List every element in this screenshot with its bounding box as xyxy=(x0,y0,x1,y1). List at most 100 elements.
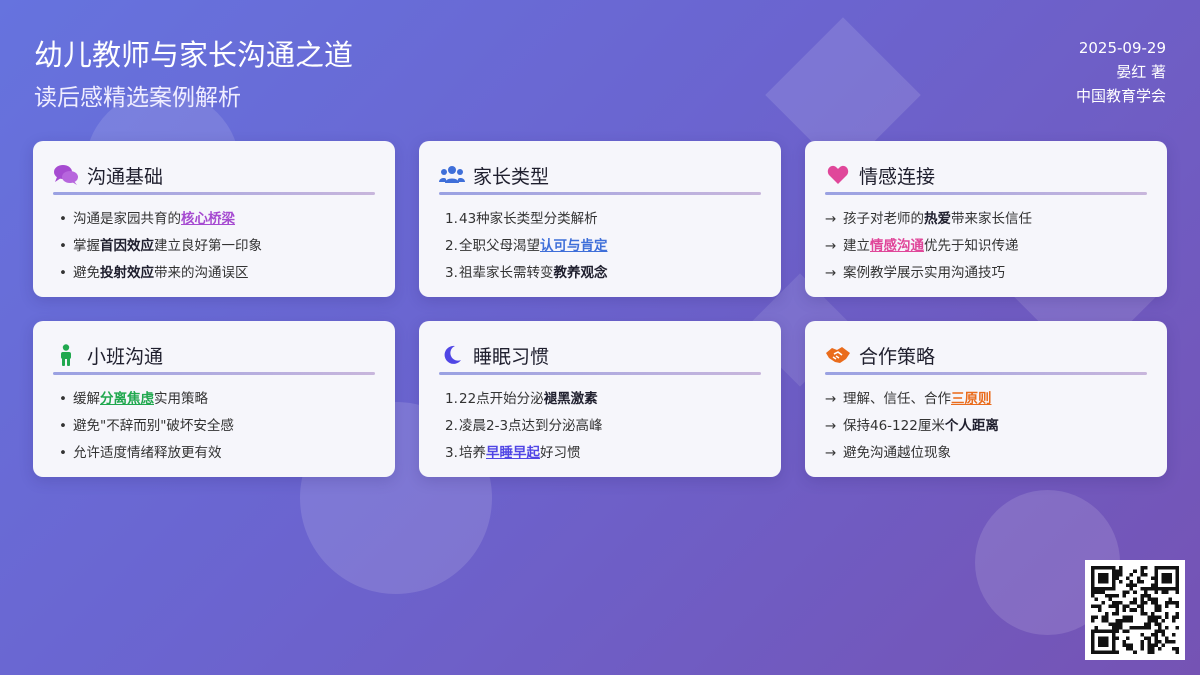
qr-code-icon xyxy=(1091,566,1179,654)
page-title: 幼儿教师与家长沟通之道 xyxy=(34,38,354,72)
list-item-text: 允许适度情绪释放更有效 xyxy=(73,442,222,464)
text-run: 凌晨2-3点达到分泌高峰 xyxy=(459,417,603,434)
text-run: 建立良好第一印象 xyxy=(154,237,262,254)
highlight-link[interactable]: 情感沟通 xyxy=(870,238,924,254)
card-cooperation-strategy: 合作策略 → 理解、信任、合作三原则 → 保持46-122厘米个人距离 → 避免沟通越位现… xyxy=(805,321,1167,477)
meta-info: 2025-09-29 晏红 著 中国教育学会 xyxy=(1076,36,1166,108)
list-bullet: → xyxy=(825,444,837,461)
card-emotional-connection: 情感连接 → 孩子对老师的热爱带来家长信任 → 建立情感沟通优先于知识传递 → 案例教学展… xyxy=(805,141,1167,297)
child-icon xyxy=(53,342,79,368)
highlight-link[interactable]: 分离焦虑 xyxy=(100,391,154,407)
publish-date: 2025-09-29 xyxy=(1078,39,1166,57)
list-item: 3. 培养早睡早起好习惯 xyxy=(439,439,761,466)
card-title: 情感连接 xyxy=(859,165,936,188)
card-divider xyxy=(439,372,761,375)
text-run: 培养 xyxy=(459,444,486,461)
text-run: 祖辈家长需转变 xyxy=(459,264,554,281)
text-run: 沟通是家园共育的 xyxy=(73,210,181,227)
author: 晏红 著 xyxy=(1116,63,1166,81)
moon-icon xyxy=(439,342,465,368)
card-item-list: 沟通是家园共育的核心桥梁掌握首因效应建立良好第一印象避免投射效应带来的沟通误区 xyxy=(53,205,375,286)
card-junior-class: 小班沟通 缓解分离焦虑实用策略避免"不辞而别"破坏安全感允许适度情绪释放更有效 xyxy=(33,321,395,477)
card-sleep-habits: 睡眠习惯 1. 22点开始分泌褪黑激素 2. 凌晨2-3点达到分泌高峰 3. 培养早睡早起… xyxy=(419,321,781,477)
users-icon xyxy=(439,162,465,188)
list-item-text: 避免沟通越位现象 xyxy=(843,442,951,464)
text-run: 缓解 xyxy=(73,390,100,407)
list-bullet: 1. xyxy=(445,390,458,407)
list-bullet: → xyxy=(825,264,837,281)
list-item-text: 理解、信任、合作三原则 xyxy=(843,388,992,410)
text-run: 好习惯 xyxy=(540,444,581,461)
text-run: 避免"不辞而别"破坏安全感 xyxy=(73,417,234,434)
emphasis-text: 褪黑激素 xyxy=(543,390,598,407)
card-divider xyxy=(439,192,761,195)
list-bullet xyxy=(53,262,73,284)
text-run: 保持46-122厘米 xyxy=(843,417,945,434)
card-divider xyxy=(825,192,1147,195)
text-run: 带来家长信任 xyxy=(951,210,1032,227)
text-run: 案例教学展示实用沟通技巧 xyxy=(843,264,1005,281)
list-item: 避免投射效应带来的沟通误区 xyxy=(53,259,375,286)
card-communication-basics: 沟通基础 沟通是家园共育的核心桥梁掌握首因效应建立良好第一印象避免投射效应带来的… xyxy=(33,141,395,297)
card-divider xyxy=(53,192,375,195)
list-item: 1. 22点开始分泌褪黑激素 xyxy=(439,385,761,412)
card-item-list: → 理解、信任、合作三原则 → 保持46-122厘米个人距离 → 避免沟通越位现象 xyxy=(825,385,1147,466)
card-item-list: 1. 22点开始分泌褪黑激素 2. 凌晨2-3点达到分泌高峰 3. 培养早睡早起好习惯 xyxy=(439,385,761,466)
heart-icon xyxy=(825,162,851,188)
emphasis-text: 热爱 xyxy=(924,210,951,227)
publisher: 中国教育学会 xyxy=(1075,87,1166,105)
emphasis-text: 教养观念 xyxy=(553,264,608,281)
list-item-text: 避免投射效应带来的沟通误区 xyxy=(73,262,249,284)
text-run: 允许适度情绪释放更有效 xyxy=(73,444,222,461)
list-item-text: 保持46-122厘米个人距离 xyxy=(843,415,999,437)
list-item: 2. 凌晨2-3点达到分泌高峰 xyxy=(439,412,761,439)
text-run: 带来的沟通误区 xyxy=(154,264,249,281)
card-title: 合作策略 xyxy=(859,345,936,368)
list-item-text: 22点开始分泌褪黑激素 xyxy=(459,388,598,410)
list-bullet: → xyxy=(825,417,837,434)
list-item: → 保持46-122厘米个人距离 xyxy=(825,412,1147,439)
card-divider xyxy=(825,372,1147,375)
list-bullet: → xyxy=(825,210,837,227)
list-item-text: 掌握首因效应建立良好第一印象 xyxy=(73,235,262,257)
list-item-text: 全职父母渴望认可与肯定 xyxy=(459,235,608,257)
chat-bubbles-icon xyxy=(53,162,79,188)
highlight-link[interactable]: 早睡早起 xyxy=(486,445,540,461)
list-item: → 避免沟通越位现象 xyxy=(825,439,1147,466)
list-item-text: 建立情感沟通优先于知识传递 xyxy=(843,235,1019,257)
list-bullet xyxy=(53,388,73,410)
highlight-link[interactable]: 三原则 xyxy=(951,391,992,407)
list-item: 避免"不辞而别"破坏安全感 xyxy=(53,412,375,439)
list-item: 2. 全职父母渴望认可与肯定 xyxy=(439,232,761,259)
page-subtitle: 读后感精选案例解析 xyxy=(34,85,241,111)
list-item: → 孩子对老师的热爱带来家长信任 xyxy=(825,205,1147,232)
list-item: 允许适度情绪释放更有效 xyxy=(53,439,375,466)
card-item-list: 1. 43种家长类型分类解析 2. 全职父母渴望认可与肯定 3. 祖辈家长需转变教养观念 xyxy=(439,205,761,286)
list-item: → 建立情感沟通优先于知识传递 xyxy=(825,232,1147,259)
text-run: 43种家长类型分类解析 xyxy=(459,210,598,227)
list-bullet: 2. xyxy=(445,417,458,434)
card-title: 睡眠习惯 xyxy=(473,345,550,368)
list-item-text: 避免"不辞而别"破坏安全感 xyxy=(73,415,234,437)
list-item: 掌握首因效应建立良好第一印象 xyxy=(53,232,375,259)
emphasis-text: 首因效应 xyxy=(100,237,154,254)
list-item: 缓解分离焦虑实用策略 xyxy=(53,385,375,412)
list-bullet: 3. xyxy=(445,264,458,281)
text-run: 22点开始分泌 xyxy=(459,390,544,407)
emphasis-text: 投射效应 xyxy=(100,264,154,281)
text-run: 建立 xyxy=(843,237,870,254)
highlight-link[interactable]: 核心桥梁 xyxy=(181,211,235,227)
highlight-link[interactable]: 认可与肯定 xyxy=(540,238,608,254)
list-item: 1. 43种家长类型分类解析 xyxy=(439,205,761,232)
list-item-text: 孩子对老师的热爱带来家长信任 xyxy=(843,208,1032,230)
list-item-text: 43种家长类型分类解析 xyxy=(459,208,598,230)
list-item-text: 案例教学展示实用沟通技巧 xyxy=(843,262,1005,284)
list-bullet: 3. xyxy=(445,444,458,461)
text-run: 避免沟通越位现象 xyxy=(843,444,951,461)
emphasis-text: 个人距离 xyxy=(944,417,999,434)
list-item-text: 培养早睡早起好习惯 xyxy=(459,442,581,464)
card-parent-types: 家长类型 1. 43种家长类型分类解析 2. 全职父母渴望认可与肯定 3. 祖辈家长需转变… xyxy=(419,141,781,297)
list-item-text: 凌晨2-3点达到分泌高峰 xyxy=(459,415,603,437)
text-run: 实用策略 xyxy=(154,390,208,407)
handshake-icon xyxy=(825,342,851,368)
